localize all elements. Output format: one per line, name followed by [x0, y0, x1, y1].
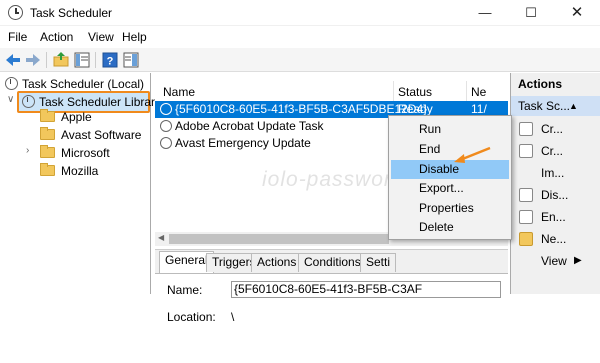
folder-icon [40, 109, 55, 122]
toolbar-separator [95, 52, 96, 68]
tree-item-mozilla[interactable]: Mozilla [40, 162, 98, 180]
action-create-task[interactable]: Cr... [511, 140, 600, 162]
context-menu-delete[interactable]: Delete [391, 218, 509, 237]
task-scheduler-icon [8, 5, 23, 20]
tree-root-label: Task Scheduler (Local) [22, 77, 145, 91]
action-label: Cr... [541, 144, 564, 158]
navigation-tree: Task Scheduler (Local) Task Scheduler Li… [0, 73, 161, 294]
task-name: Adobe Acrobat Update Task [175, 119, 324, 133]
tree-item-label: Mozilla [61, 164, 99, 178]
actions-pane: Actions Task Sc... ▲ Cr... Cr... Im... D… [510, 73, 600, 294]
action-label: Ne... [541, 232, 567, 246]
action-display-all-running[interactable]: Dis... [511, 184, 600, 206]
tree-item-label: Apple [61, 110, 92, 124]
forward-arrow-icon[interactable] [24, 51, 42, 69]
action-label: Dis... [541, 188, 569, 202]
task-icon [160, 103, 172, 115]
general-tab-body: Name: {5F6010C8-60E5-41f3-BF5B-C3AF Loca… [155, 273, 508, 363]
folder-icon [40, 145, 55, 158]
create-task-icon [519, 144, 533, 158]
tree-item-avast-software[interactable]: Avast Software [40, 126, 141, 144]
svg-text:?: ? [107, 56, 114, 68]
tab-actions[interactable]: Actions [251, 253, 303, 272]
location-value: \ [231, 310, 235, 324]
title-bar: Task Scheduler — ☐ ✕ [0, 0, 600, 26]
folder-icon [40, 127, 55, 140]
context-menu-export[interactable]: Export... [391, 179, 509, 198]
tab-conditions[interactable]: Conditions [298, 253, 367, 272]
action-label: Im... [541, 166, 565, 180]
tree-item-apple[interactable]: Apple [40, 108, 92, 126]
actions-group-label: Task Sc... [518, 99, 571, 113]
collapse-arrow-icon[interactable]: ▲ [569, 96, 578, 116]
scrollbar-thumb[interactable] [169, 234, 389, 244]
help-icon[interactable]: ? [101, 51, 119, 69]
display-running-icon [519, 188, 533, 202]
column-header-status[interactable]: Status [398, 85, 432, 99]
task-details-panel: General Triggers Actions Conditions Sett… [155, 249, 508, 363]
show-hide-tree-icon[interactable] [73, 51, 91, 69]
scroll-left-arrow-icon[interactable]: ◀ [158, 233, 164, 242]
menu-help[interactable]: Help [122, 30, 147, 44]
close-button[interactable]: ✕ [554, 0, 600, 26]
create-task-icon [519, 122, 533, 136]
action-label: Cr... [541, 122, 564, 136]
up-folder-icon[interactable] [52, 51, 70, 69]
maximize-button[interactable]: ☐ [508, 0, 554, 26]
action-create-basic-task[interactable]: Cr... [511, 118, 600, 140]
new-folder-icon [519, 232, 533, 246]
task-list-header: Name Status Ne [155, 81, 508, 103]
task-icon [160, 137, 172, 149]
context-menu-run[interactable]: Run [391, 120, 509, 139]
submenu-arrow-icon: ▶ [574, 255, 582, 266]
annotation-arrow-icon [454, 146, 491, 163]
context-menu: Run End Disable Export... Properties Del… [388, 115, 512, 240]
action-import-task[interactable]: Im... [511, 162, 600, 184]
column-divider[interactable] [393, 81, 394, 103]
name-label: Name: [167, 283, 203, 297]
chevron-right-icon[interactable]: › [26, 145, 36, 156]
tab-settings[interactable]: Setti [360, 253, 397, 272]
menu-action[interactable]: Action [40, 30, 73, 44]
menu-view[interactable]: View [88, 30, 114, 44]
actions-heading: Actions [518, 77, 563, 91]
action-enable-history[interactable]: En... [511, 206, 600, 228]
folder-icon [40, 163, 55, 176]
menu-bar: File Action View Help [0, 26, 600, 48]
minimize-button[interactable]: — [462, 0, 508, 26]
toolbar-separator [46, 52, 47, 68]
action-label: En... [541, 210, 566, 224]
menu-file[interactable]: File [8, 30, 27, 44]
toolbar: ? [0, 48, 600, 72]
task-icon [160, 120, 172, 132]
tree-item-label: Microsoft [61, 146, 110, 160]
action-new-folder[interactable]: Ne... [511, 228, 600, 250]
action-label: View [541, 254, 567, 268]
back-arrow-icon[interactable] [4, 51, 22, 69]
task-name: Avast Emergency Update [175, 136, 311, 150]
tree-item-microsoft[interactable]: Microsoft [40, 144, 110, 162]
clock-icon [5, 77, 18, 90]
tree-item-label: Avast Software [61, 128, 142, 142]
column-header-name[interactable]: Name [163, 85, 195, 99]
properties-pane-icon[interactable] [122, 51, 140, 69]
name-field[interactable]: {5F6010C8-60E5-41f3-BF5B-C3AF [231, 281, 501, 298]
tree-item-label: Task Scheduler Library [39, 95, 162, 109]
enable-history-icon [519, 210, 533, 224]
column-divider[interactable] [466, 81, 467, 103]
actions-group-task-scheduler[interactable]: Task Sc... ▲ [511, 96, 600, 116]
folder-clock-icon [22, 95, 35, 108]
context-menu-properties[interactable]: Properties [391, 199, 509, 218]
location-label: Location: [167, 310, 216, 324]
action-view[interactable]: View ▶ [511, 250, 600, 272]
chevron-down-icon[interactable]: ∨ [7, 94, 17, 105]
window-title: Task Scheduler [30, 6, 113, 20]
column-header-next-run[interactable]: Ne [471, 85, 486, 99]
